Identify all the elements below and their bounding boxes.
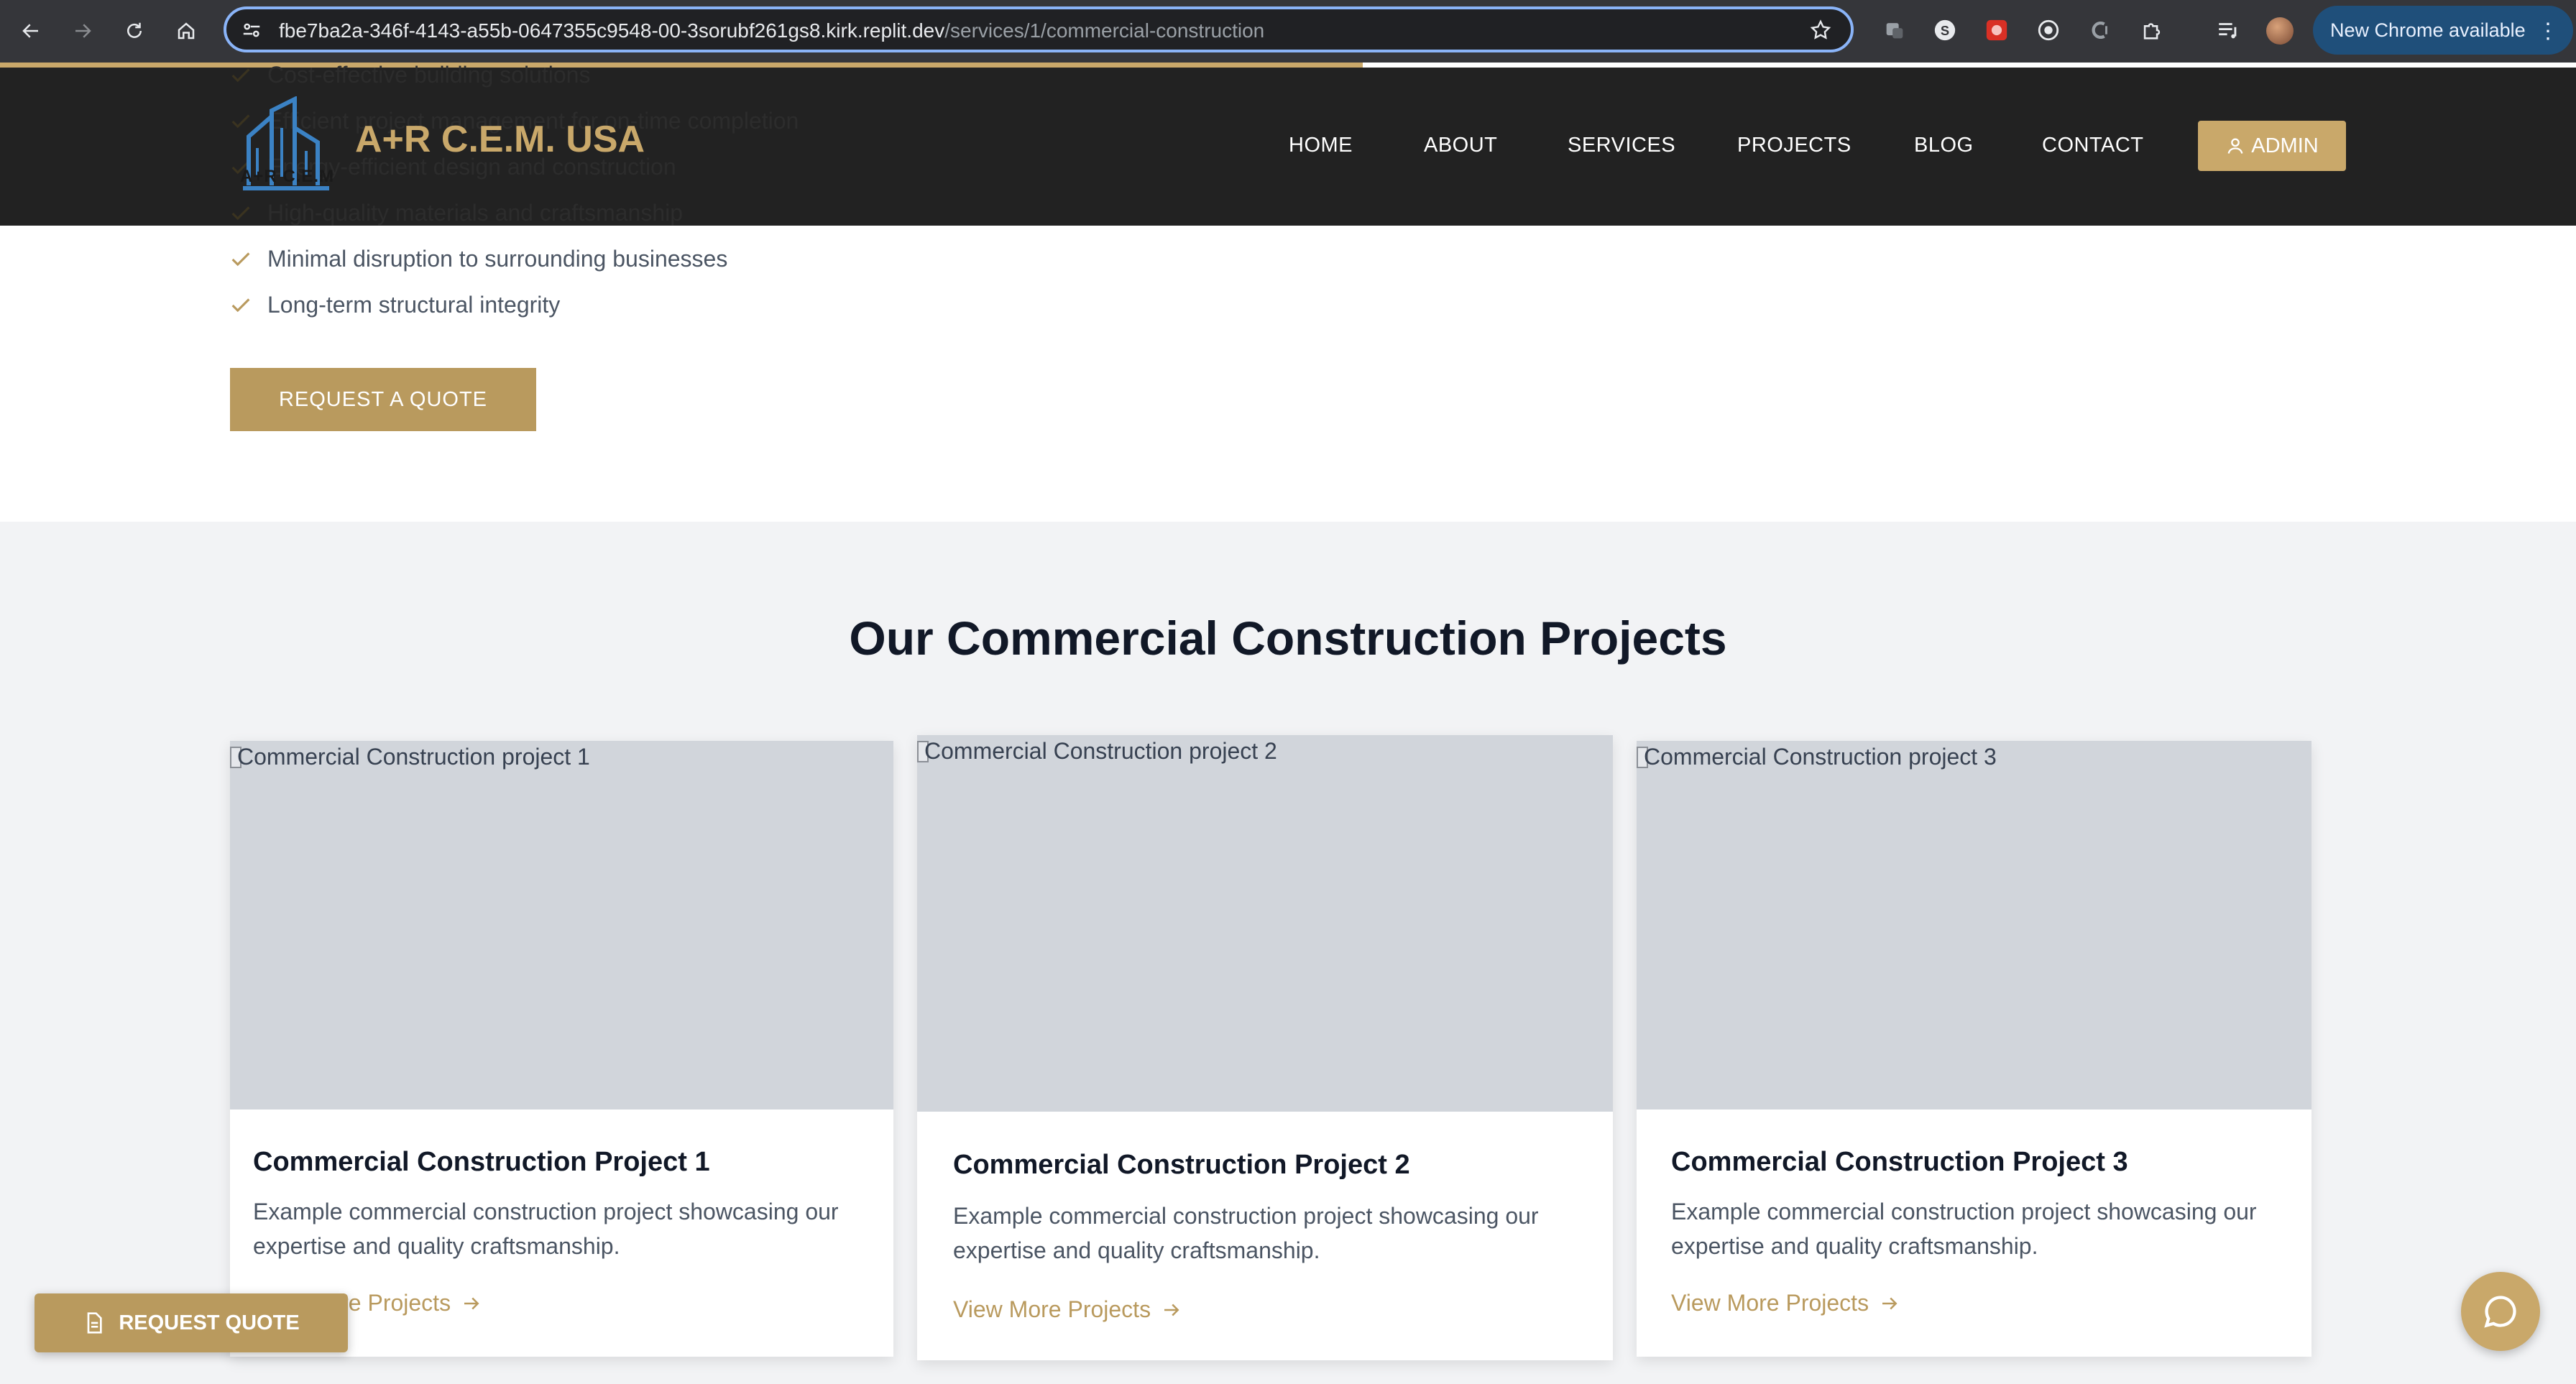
- nav-about[interactable]: ABOUT: [1424, 134, 1497, 157]
- back-icon[interactable]: [14, 14, 47, 47]
- benefit-item: Long-term structural integrity: [229, 292, 560, 318]
- project-image: Commercial Construction project 2: [917, 735, 1613, 1112]
- reload-icon[interactable]: [118, 14, 151, 47]
- chrome-update-button[interactable]: New Chrome available ⋮: [2313, 6, 2573, 55]
- image-alt-text: Commercial Construction project 3: [1644, 744, 1997, 770]
- floating-quote-label: REQUEST QUOTE: [119, 1311, 300, 1334]
- project-title: Commercial Construction Project 1: [253, 1147, 710, 1177]
- site-settings-icon[interactable]: [241, 19, 262, 41]
- floating-request-quote-button[interactable]: REQUEST QUOTE: [34, 1293, 348, 1352]
- nav-services[interactable]: SERVICES: [1568, 134, 1675, 157]
- check-icon: [231, 206, 250, 220]
- arrow-right-icon: [1164, 1304, 1179, 1316]
- project-description: Example commercial construction project …: [1671, 1199, 2257, 1259]
- benefit-text: Minimal disruption to surrounding busine…: [267, 246, 728, 272]
- more-vert-icon[interactable]: ⋮: [2537, 19, 2559, 44]
- nav-blog[interactable]: BLOG: [1914, 134, 1974, 157]
- extension-red-icon[interactable]: [1982, 16, 2011, 45]
- url-path: /services/1/commercial-construction: [944, 19, 1265, 42]
- benefit-item: Minimal disruption to surrounding busine…: [229, 246, 727, 272]
- view-more-projects-link[interactable]: View More Projects: [953, 1296, 1182, 1323]
- nav-contact[interactable]: CONTACT: [2042, 134, 2144, 157]
- project-image: Commercial Construction project 3: [1637, 741, 2312, 1109]
- extension-translate-icon[interactable]: [1880, 16, 1909, 45]
- arrow-right-icon: [1882, 1297, 1898, 1309]
- nav-home[interactable]: HOME: [1289, 134, 1353, 157]
- nav-projects[interactable]: PROJECTS: [1737, 134, 1852, 157]
- section-title: Our Commercial Construction Projects: [849, 612, 1727, 665]
- brand-name[interactable]: A+R C.E.M. USA: [355, 118, 645, 161]
- project-card[interactable]: Commercial Construction project 3 Commer…: [1637, 741, 2312, 1357]
- extensions-puzzle-icon[interactable]: [2138, 16, 2166, 45]
- forward-icon[interactable]: [66, 14, 99, 47]
- browser-toolbar: fbe7ba2a-346f-4143-a55b-0647355c9548-00-…: [0, 0, 2576, 63]
- check-icon: [231, 252, 250, 266]
- arrow-right-icon: [464, 1297, 479, 1309]
- extension-target-icon[interactable]: [2034, 16, 2063, 45]
- admin-button[interactable]: ADMIN: [2198, 121, 2346, 171]
- request-a-quote-button[interactable]: REQUEST A QUOTE: [230, 368, 536, 431]
- benefit-item: Cost-effective building solutions: [229, 62, 590, 88]
- chat-bubble-icon: [2484, 1296, 2516, 1328]
- image-alt-text: Commercial Construction project 1: [237, 744, 590, 770]
- logo-caption: A+R C.E.M: [240, 167, 335, 186]
- project-description: Example commercial construction project …: [253, 1199, 839, 1259]
- site-header: Cost-effective building solutions Effici…: [0, 62, 2576, 226]
- check-icon: [231, 297, 250, 312]
- project-description: Example commercial construction project …: [953, 1203, 1539, 1263]
- chat-button[interactable]: [2461, 1272, 2540, 1351]
- project-card[interactable]: Commercial Construction project 1 Commer…: [230, 741, 893, 1357]
- user-icon: [2227, 138, 2243, 154]
- link-label: View More Projects: [1671, 1290, 1869, 1316]
- address-bar[interactable]: fbe7ba2a-346f-4143-a55b-0647355c9548-00-…: [224, 6, 1854, 52]
- link-label: View More Projects: [953, 1296, 1151, 1322]
- view-more-projects-link[interactable]: View More Projects: [1671, 1290, 1900, 1316]
- extension-s-icon[interactable]: S: [1931, 16, 1959, 45]
- bookmark-star-icon[interactable]: [1809, 19, 1832, 42]
- project-title: Commercial Construction Project 3: [1671, 1147, 2128, 1177]
- profile-avatar[interactable]: [2266, 17, 2294, 45]
- check-icon: [231, 68, 250, 82]
- page-loading-bar: [0, 63, 1363, 68]
- extension-c-icon[interactable]: [2086, 16, 2115, 45]
- benefit-text: Cost-effective building solutions: [267, 62, 591, 88]
- url-text: fbe7ba2a-346f-4143-a55b-0647355c9548-00-…: [279, 19, 1264, 42]
- project-card[interactable]: Commercial Construction project 2 Commer…: [917, 735, 1613, 1360]
- benefit-item: High-quality materials and craftsmanship: [229, 200, 683, 226]
- svg-text:S: S: [1941, 23, 1949, 38]
- update-label: New Chrome available: [2330, 19, 2526, 41]
- document-icon: [87, 1312, 102, 1334]
- project-image: Commercial Construction project 1: [230, 741, 893, 1109]
- image-alt-text: Commercial Construction project 2: [924, 738, 1277, 764]
- admin-label: ADMIN: [2251, 134, 2319, 157]
- benefit-text: Long-term structural integrity: [267, 292, 561, 318]
- media-queue-icon[interactable]: [2214, 16, 2242, 45]
- benefit-text: High-quality materials and craftsmanship: [267, 200, 684, 226]
- url-host: fbe7ba2a-346f-4143-a55b-0647355c9548-00-…: [279, 19, 945, 42]
- project-title: Commercial Construction Project 2: [953, 1150, 1410, 1180]
- home-icon[interactable]: [170, 14, 203, 47]
